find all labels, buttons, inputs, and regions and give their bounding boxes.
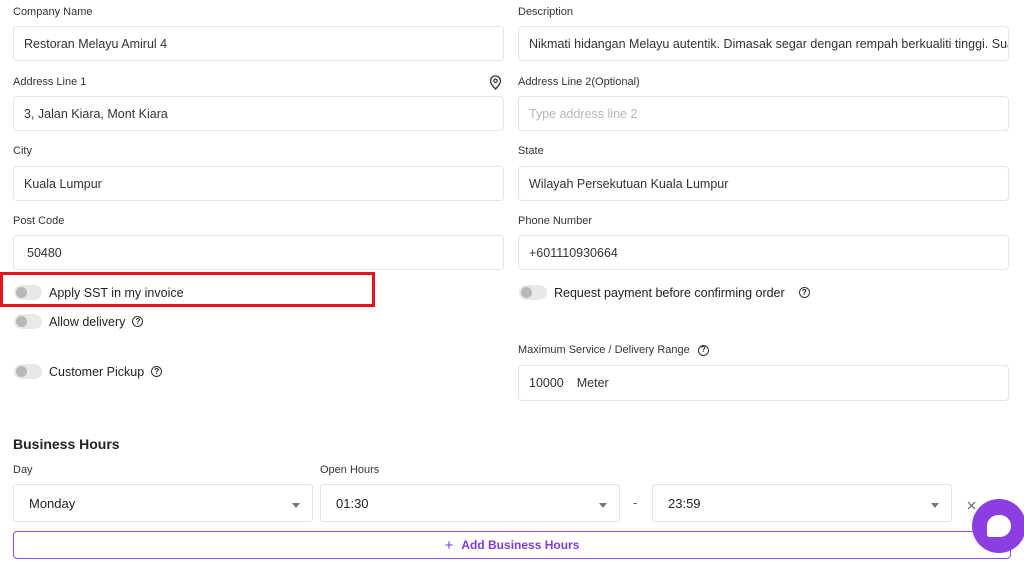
request-payment-toggle-row[interactable]: Request payment before confirming order … [519, 285, 810, 300]
delivery-toggle-row[interactable]: Allow delivery ? [14, 314, 144, 329]
address2-field[interactable]: Type address line 2 [518, 96, 1009, 131]
state-label: State [518, 145, 544, 157]
help-icon[interactable]: ? [151, 366, 163, 377]
sst-toggle[interactable] [14, 285, 42, 300]
range-field[interactable]: 10000 Meter [518, 365, 1009, 401]
chat-icon [987, 515, 1011, 537]
add-business-hours-button[interactable]: + Add Business Hours [13, 531, 1011, 559]
open-time-select[interactable]: 01:30 [320, 484, 620, 522]
chevron-down-icon [599, 503, 607, 508]
help-icon[interactable]: ? [798, 287, 810, 298]
day-label: Day [13, 464, 33, 476]
delivery-label: Allow delivery [49, 314, 126, 329]
range-unit: Meter [576, 376, 609, 390]
close-icon[interactable] [967, 501, 976, 510]
range-label: Maximum Service / Delivery Range [518, 344, 690, 356]
state-field[interactable]: Wilayah Persekutuan Kuala Lumpur [518, 166, 1009, 201]
range-label-row: Maximum Service / Delivery Range ? [518, 344, 709, 356]
request-payment-toggle[interactable] [519, 285, 547, 300]
range-value: 10000 [529, 376, 564, 390]
pickup-toggle-row[interactable]: Customer Pickup ? [14, 364, 163, 379]
day-select[interactable]: Monday [13, 484, 313, 522]
city-field[interactable]: Kuala Lumpur [13, 166, 504, 201]
sst-toggle-label: Apply SST in my invoice [49, 285, 184, 300]
open-hours-label: Open Hours [320, 464, 380, 476]
address1-label: Address Line 1 [13, 76, 87, 88]
close-time-value: 23:59 [668, 495, 701, 511]
chevron-down-icon [292, 503, 300, 508]
company-name-field[interactable]: Restoran Melayu Amirul 4 [13, 26, 504, 61]
business-hours-title: Business Hours [13, 436, 120, 452]
postcode-label: Post Code [13, 215, 65, 227]
pickup-label: Customer Pickup [49, 364, 145, 379]
close-time-select[interactable]: 23:59 [652, 484, 952, 522]
phone-field[interactable]: +601110930664 [518, 235, 1009, 270]
help-icon[interactable]: ? [132, 316, 144, 327]
delivery-toggle[interactable] [14, 314, 42, 329]
address2-label: Address Line 2(Optional) [518, 76, 640, 88]
location-pin-icon[interactable] [489, 75, 502, 90]
pickup-toggle[interactable] [14, 364, 42, 379]
chevron-down-icon [931, 503, 939, 508]
request-payment-label: Request payment before confirming order [554, 285, 785, 300]
phone-label: Phone Number [518, 215, 592, 227]
company-name-label: Company Name [13, 6, 93, 18]
address1-field[interactable]: 3, Jalan Kiara, Mont Kiara [13, 96, 504, 131]
time-separator: - [633, 495, 638, 510]
help-icon[interactable]: ? [697, 344, 709, 356]
description-label: Description [518, 6, 574, 18]
city-label: City [13, 145, 32, 157]
postcode-field[interactable]: 50480 [13, 235, 504, 270]
day-select-value: Monday [29, 495, 76, 511]
add-business-hours-label: Add Business Hours [461, 538, 580, 552]
sst-toggle-row[interactable]: Apply SST in my invoice [14, 285, 184, 300]
open-time-value: 01:30 [336, 495, 369, 511]
chat-button[interactable] [972, 499, 1024, 553]
plus-icon: + [444, 536, 454, 554]
description-field[interactable]: Nikmati hidangan Melayu autentik. Dimasa… [518, 26, 1009, 61]
